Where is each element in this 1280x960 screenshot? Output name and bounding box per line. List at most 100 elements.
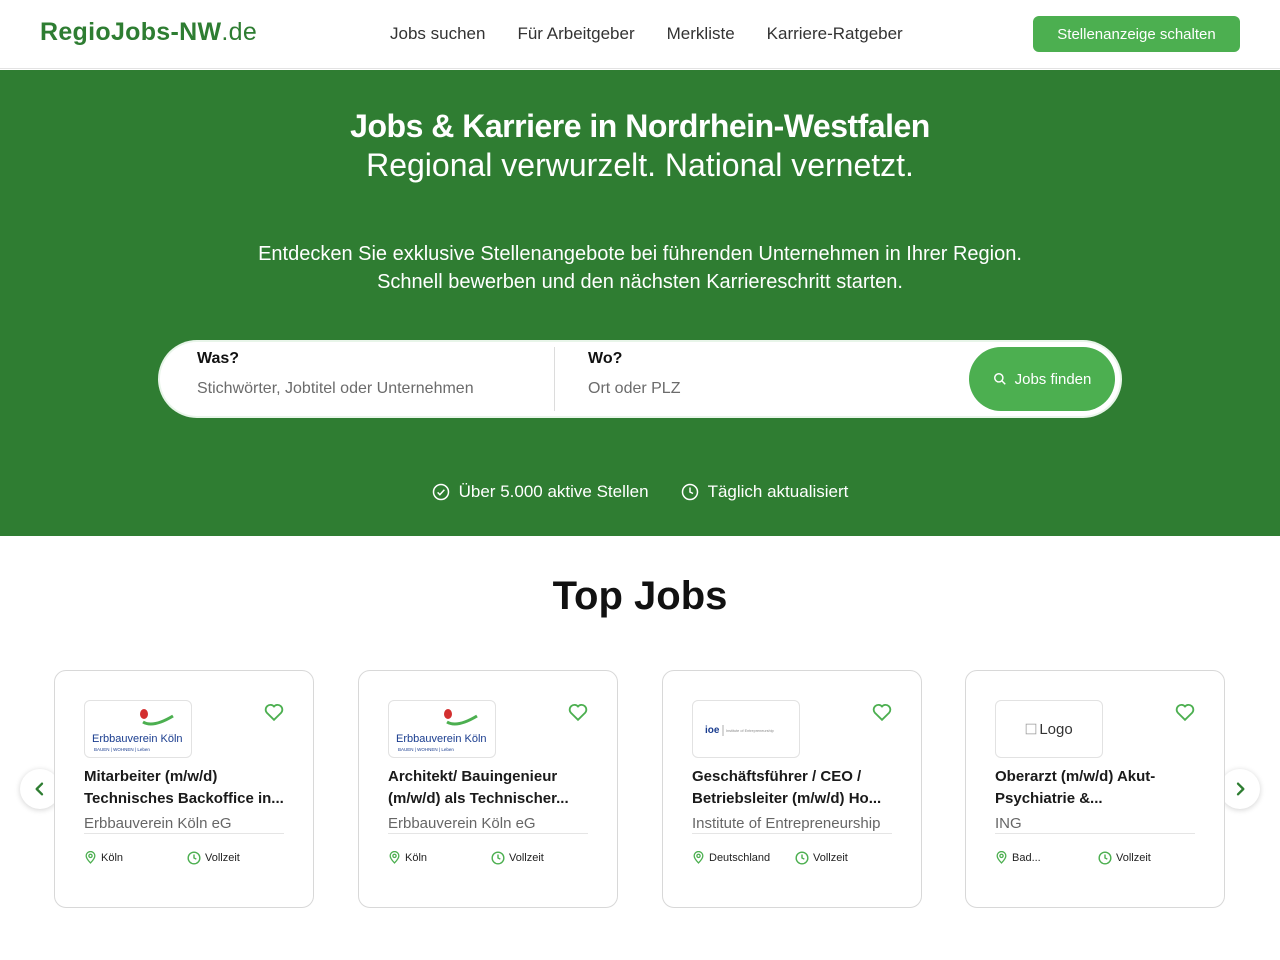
erbbauverein-logo-icon: Erbbauverein Köln BAUEN | WOHNEN | Leben — [396, 709, 487, 752]
company-name: Institute of Entrepreneurship — [692, 815, 892, 834]
logo-text: Erbbauverein Köln — [92, 733, 183, 745]
where-label: Wo? — [588, 350, 623, 367]
badge-daily-updated-label: Täglich aktualisiert — [707, 482, 849, 501]
clock-icon — [187, 851, 201, 865]
job-location-label: Deutschland — [709, 851, 771, 864]
job-type-label: Vollzeit — [1116, 852, 1151, 864]
what-label: Was? — [197, 350, 240, 367]
job-location-label: Köln — [101, 851, 124, 864]
job-title-line2: Psychiatrie &... — [995, 790, 1103, 807]
job-search-bar: Was? Wo? Jobs finden — [160, 342, 1120, 416]
where-input[interactable] — [588, 380, 928, 398]
hero-title: Jobs & Karriere in Nordrhein-Westfalen — [350, 108, 930, 144]
search-icon — [993, 373, 1006, 385]
job-title-line1: Architekt/ Bauingenieur — [388, 768, 558, 785]
map-pin-icon — [996, 851, 1007, 864]
logo-subtext: BAUEN | WOHNEN | Leben — [94, 747, 150, 752]
job-card[interactable]: Erbbauverein Köln BAUEN | WOHNEN | Leben… — [358, 670, 618, 908]
company-name: ING — [995, 815, 1195, 834]
site-header: RegioJobs-NW.de Jobs suchen Für Arbeitge… — [0, 0, 1280, 69]
clock-icon — [795, 851, 809, 865]
job-card[interactable]: Logo Oberarzt (m/w/d) Akut- Psychiatrie … — [965, 670, 1225, 908]
job-location-label: Bad... — [1012, 851, 1041, 864]
chevron-left-icon — [35, 782, 44, 796]
job-title: Mitarbeiter (m/w/d) Technisches Backoffi… — [84, 766, 290, 810]
logo-subtext: BAUEN | WOHNEN | Leben — [398, 747, 454, 752]
job-location: Köln — [84, 851, 123, 864]
badge-active-jobs: Über 5.000 aktive Stellen — [432, 482, 649, 502]
logo-brand: RegioJobs-NW — [40, 18, 222, 46]
erbbauverein-logo-icon: Erbbauverein Köln BAUEN | WOHNEN | Leben — [92, 709, 183, 752]
job-type: Vollzeit — [491, 851, 544, 865]
job-location: Deutschland — [692, 851, 770, 864]
broken-image-icon — [1026, 723, 1037, 735]
hero-subtitle: Regional verwurzelt. National vernetzt. — [366, 147, 914, 183]
badge-daily-updated: Täglich aktualisiert — [681, 482, 849, 502]
post-job-button[interactable]: Stellenanzeige schalten — [1033, 16, 1240, 52]
job-type-label: Vollzeit — [205, 852, 240, 864]
company-logo: ioe Institute of Entrepreneurship — [692, 700, 800, 758]
chevron-right-icon — [1236, 782, 1245, 796]
job-title-line1: Oberarzt (m/w/d) Akut- — [995, 768, 1156, 785]
job-type-label: Vollzeit — [813, 852, 848, 864]
logo-text: ioe — [705, 725, 720, 736]
hero-badges: Über 5.000 aktive Stellen Täglich aktual… — [0, 482, 1280, 502]
job-type-label: Vollzeit — [509, 852, 544, 864]
job-location: Bad... — [995, 851, 1041, 864]
job-title-line1: Geschäftsführer / CEO / — [692, 768, 862, 785]
find-jobs-button[interactable]: Jobs finden — [969, 347, 1115, 411]
carousel-next-button[interactable] — [1220, 769, 1260, 809]
logo-alt-text: Logo — [1039, 720, 1073, 738]
site-logo[interactable]: RegioJobs-NW.de — [40, 18, 257, 47]
broken-image-logo: Logo — [1025, 720, 1073, 738]
job-title-line1: Mitarbeiter (m/w/d) — [84, 768, 218, 785]
ioe-logo-icon: ioe Institute of Entrepreneurship — [705, 725, 774, 736]
heart-icon[interactable] — [871, 701, 893, 723]
job-title: Architekt/ Bauingenieur (m/w/d) als Tech… — [388, 766, 594, 810]
clock-icon — [681, 483, 698, 501]
job-title-line2: Betriebsleiter (m/w/d) Ho... — [692, 790, 882, 807]
map-pin-icon — [85, 851, 96, 864]
job-title: Geschäftsführer / CEO / Betriebsleiter (… — [692, 766, 898, 810]
job-title: Oberarzt (m/w/d) Akut- Psychiatrie &... — [995, 766, 1201, 810]
nav-merkliste[interactable]: Merkliste — [667, 24, 735, 44]
job-location-label: Köln — [405, 851, 428, 864]
logo-text: Erbbauverein Köln — [396, 733, 487, 745]
logo-subtext: Institute of Entrepreneurship — [726, 729, 774, 733]
job-card[interactable]: ioe Institute of Entrepreneurship Geschä… — [662, 670, 922, 908]
job-title-line2: Technisches Backoffice in... — [84, 790, 284, 807]
hero-description: Entdecken Sie exklusive Stellenangebote … — [0, 240, 1280, 296]
job-location: Köln — [388, 851, 427, 864]
nav-karriere-ratgeber[interactable]: Karriere-Ratgeber — [767, 24, 903, 44]
hero-description-line1: Entdecken Sie exklusive Stellenangebote … — [258, 243, 1022, 265]
check-circle-icon — [432, 483, 449, 501]
clock-icon — [491, 851, 505, 865]
job-type: Vollzeit — [187, 851, 240, 865]
company-name: Erbbauverein Köln eG — [388, 815, 588, 834]
nav-jobs-suchen[interactable]: Jobs suchen — [390, 24, 485, 44]
what-input[interactable] — [197, 380, 537, 398]
company-name: Erbbauverein Köln eG — [84, 815, 284, 834]
main-nav: Jobs suchen Für Arbeitgeber Merkliste Ka… — [390, 24, 903, 44]
heart-icon[interactable] — [567, 701, 589, 723]
job-type: Vollzeit — [1098, 851, 1151, 865]
map-pin-icon — [389, 851, 400, 864]
hero-description-line2: Schnell bewerben und den nächsten Karrie… — [377, 271, 903, 293]
nav-fuer-arbeitgeber[interactable]: Für Arbeitgeber — [517, 24, 634, 44]
company-logo: Erbbauverein Köln BAUEN | WOHNEN | Leben — [84, 700, 192, 758]
heart-icon[interactable] — [1174, 701, 1196, 723]
map-pin-icon — [693, 851, 704, 864]
company-logo: Logo — [995, 700, 1103, 758]
find-jobs-label: Jobs finden — [1014, 370, 1092, 388]
job-type: Vollzeit — [795, 851, 848, 865]
clock-icon — [1098, 851, 1112, 865]
job-card[interactable]: Erbbauverein Köln BAUEN | WOHNEN | Leben… — [54, 670, 314, 908]
company-logo: Erbbauverein Köln BAUEN | WOHNEN | Leben — [388, 700, 496, 758]
badge-active-jobs-label: Über 5.000 aktive Stellen — [458, 482, 649, 501]
job-title-line2: (m/w/d) als Technischer... — [388, 790, 569, 807]
heart-icon[interactable] — [263, 701, 285, 723]
top-jobs-title: Top Jobs — [552, 574, 728, 618]
logo-tld: .de — [221, 18, 258, 46]
hero-section: Jobs & Karriere in Nordrhein-Westfalen R… — [0, 70, 1280, 536]
search-divider — [554, 347, 555, 411]
